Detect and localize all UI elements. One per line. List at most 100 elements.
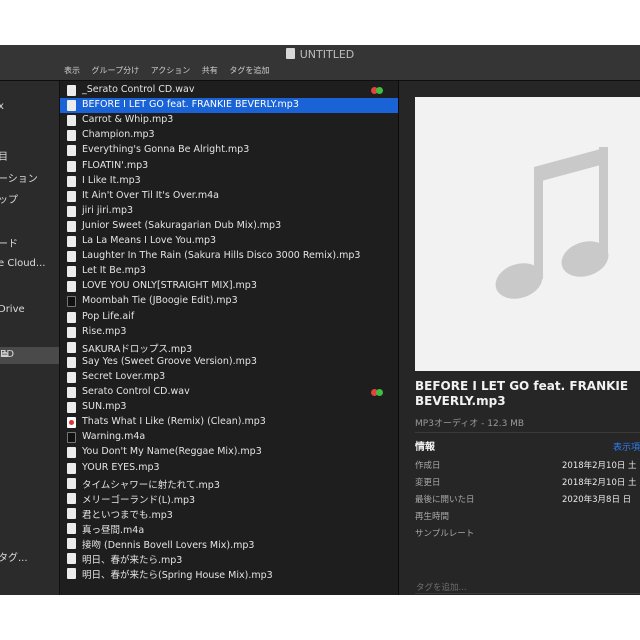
sidebar-item[interactable]: ップ bbox=[0, 191, 18, 206]
file-row[interactable]: I Like It.mp3 bbox=[60, 174, 398, 189]
file-row[interactable]: 接吻 (Dennis Bovell Lovers Mix).mp3 bbox=[60, 536, 398, 551]
file-name: 接吻 (Dennis Bovell Lovers Mix).mp3 bbox=[82, 540, 255, 551]
file-name: YOUR EYES.mp3 bbox=[82, 461, 160, 473]
toolbar-view-button[interactable]: 表示 bbox=[64, 66, 80, 75]
divider bbox=[415, 593, 640, 594]
artwork-thumbnail-icon bbox=[67, 417, 76, 429]
file-row[interactable]: jiri jiri.mp3 bbox=[60, 204, 398, 219]
file-row[interactable]: 真っ昼間.m4a bbox=[60, 521, 398, 536]
sidebar-item[interactable]: 目 bbox=[0, 148, 8, 163]
file-row[interactable]: Secret Lover.mp3 bbox=[60, 370, 398, 385]
file-row[interactable]: 君といつまでも.mp3 bbox=[60, 506, 398, 521]
sidebar-item[interactable]: Drive bbox=[0, 304, 25, 315]
file-name: Secret Lover.mp3 bbox=[82, 370, 166, 382]
file-name: La La Means I Love You.mp3 bbox=[82, 235, 217, 246]
file-row[interactable]: Junior Sweet (Sakuragarian Dub Mix).mp3 bbox=[60, 219, 398, 234]
file-row[interactable]: It Ain't Over Til It's Over.m4a bbox=[60, 189, 398, 204]
file-row[interactable]: Rise.mp3 bbox=[60, 325, 398, 340]
artwork-thumbnail-icon bbox=[67, 296, 76, 308]
info-section-title: 情報 bbox=[415, 442, 435, 453]
audio-file-icon bbox=[67, 341, 76, 353]
file-name: You Don't My Name(Reggae Mix).mp3 bbox=[82, 446, 262, 458]
file-name: SAKURAドロップス.mp3 bbox=[82, 343, 193, 355]
file-row[interactable]: LOVE YOU ONLY[STRAIGHT MIX].mp3 bbox=[60, 279, 398, 294]
file-row[interactable]: SAKURAドロップス.mp3 bbox=[60, 340, 398, 355]
toolbar-add-tag-button[interactable]: タグを追加 bbox=[229, 66, 269, 75]
audio-file-icon bbox=[67, 326, 76, 338]
file-name: Carrot & Whip.mp3 bbox=[82, 114, 174, 126]
file-row[interactable]: Thats What I Like (Remix) (Clean).mp3 bbox=[60, 415, 398, 430]
file-name: Champion.mp3 bbox=[82, 129, 155, 141]
file-row[interactable]: Champion.mp3 bbox=[60, 128, 398, 143]
sidebar: x 目 ーション ップ ード e Cloud... Drive ED ⏏ タグ.… bbox=[0, 81, 60, 595]
file-name: Thats What I Like (Remix) (Clean).mp3 bbox=[82, 416, 266, 428]
file-row[interactable]: SUN.mp3 bbox=[60, 400, 398, 415]
file-name: 真っ昼間.m4a bbox=[82, 524, 145, 536]
sidebar-item[interactable]: ーション bbox=[0, 170, 38, 185]
file-name: Let It Be.mp3 bbox=[82, 265, 146, 277]
file-row[interactable]: Pop Life.aif bbox=[60, 310, 398, 325]
file-row[interactable]: メリーゴーランド(L).mp3 bbox=[60, 491, 398, 506]
file-name: I Like It.mp3 bbox=[82, 174, 141, 186]
file-row[interactable]: _Serato Control CD.wav bbox=[60, 83, 398, 98]
file-row[interactable]: BEFORE I LET GO feat. FRANKIE BEVERLY.mp… bbox=[60, 98, 398, 114]
toolbar-group-button[interactable]: グループ分け bbox=[92, 66, 140, 75]
sidebar-item[interactable]: タグ... bbox=[0, 549, 28, 564]
file-row[interactable]: Everything's Gonna Be Alright.mp3 bbox=[60, 143, 398, 158]
file-row[interactable]: YOUR EYES.mp3 bbox=[60, 461, 398, 476]
finder-window: UNTITLED 表示 グループ分け アクション 共有 タグを追加 x 目 ーシ… bbox=[0, 45, 640, 595]
file-list: _Serato Control CD.wav BEFORE I LET GO fe… bbox=[60, 81, 399, 595]
file-row[interactable]: Moombah Tie (JBoogie Edit).mp3 bbox=[60, 294, 398, 309]
file-row[interactable]: Serato Control CD.wav bbox=[60, 385, 398, 400]
file-row[interactable]: 明日、春が来たら(Spring House Mix).mp3 bbox=[60, 566, 398, 581]
toolbar-share-button[interactable]: 共有 bbox=[202, 66, 218, 75]
audio-file-icon bbox=[67, 190, 76, 202]
file-name: Pop Life.aif bbox=[82, 310, 135, 322]
file-row[interactable]: You Don't My Name(Reggae Mix).mp3 bbox=[60, 445, 398, 460]
tag-color-dot bbox=[376, 87, 383, 94]
audio-file-icon bbox=[67, 402, 76, 414]
info-value: 2020年3月8日 日 bbox=[562, 495, 632, 505]
info-label: サンプルレート bbox=[415, 529, 475, 539]
info-value: 2018年2月10日 土 bbox=[562, 478, 637, 488]
file-row[interactable]: Carrot & Whip.mp3 bbox=[60, 113, 398, 128]
window-title: UNTITLED bbox=[0, 48, 640, 61]
sidebar-item[interactable]: e Cloud... bbox=[0, 258, 45, 269]
show-more-link[interactable]: 表示項 bbox=[613, 440, 640, 453]
file-row[interactable]: タイムシャワーに射たれて.mp3 bbox=[60, 476, 398, 491]
audio-file-icon bbox=[67, 115, 76, 127]
tags-input[interactable]: タグを追加... bbox=[416, 581, 467, 593]
toolbar-action-button[interactable]: アクション bbox=[151, 66, 191, 75]
file-row[interactable]: La La Means I Love You.mp3 bbox=[60, 234, 398, 249]
audio-file-icon bbox=[67, 538, 76, 549]
audio-file-icon bbox=[67, 477, 76, 489]
title-bar: UNTITLED 表示 グループ分け アクション 共有 タグを追加 bbox=[0, 45, 640, 81]
file-name: It Ain't Over Til It's Over.m4a bbox=[82, 189, 219, 201]
file-row[interactable]: Warning.m4a bbox=[60, 430, 398, 445]
audio-file-icon bbox=[67, 311, 76, 323]
file-name: Warning.m4a bbox=[82, 431, 146, 443]
file-row[interactable]: Let It Be.mp3 bbox=[60, 264, 398, 279]
audio-file-icon bbox=[67, 462, 76, 474]
sidebar-item-selected-volume[interactable]: ED ⏏ bbox=[0, 347, 59, 364]
audio-file-icon bbox=[67, 507, 76, 519]
file-row[interactable]: Say Yes (Sweet Groove Version).mp3 bbox=[60, 355, 398, 370]
audio-file-icon bbox=[67, 160, 76, 172]
file-row[interactable]: FLOATIN'.mp3 bbox=[60, 159, 398, 174]
audio-file-icon bbox=[67, 100, 76, 112]
eject-icon[interactable]: ⏏ bbox=[0, 349, 9, 360]
album-art bbox=[415, 97, 640, 371]
audio-file-icon bbox=[67, 371, 76, 383]
info-label: 最後に開いた日 bbox=[415, 495, 475, 505]
file-name: 君といつまでも.mp3 bbox=[82, 509, 173, 521]
sidebar-item[interactable]: x bbox=[0, 101, 4, 112]
file-name: Everything's Gonna Be Alright.mp3 bbox=[82, 144, 250, 156]
file-name: Serato Control CD.wav bbox=[82, 386, 190, 397]
divider bbox=[415, 432, 640, 433]
file-row[interactable]: 明日、春が来たら.mp3 bbox=[60, 551, 398, 566]
sidebar-item[interactable]: ード bbox=[0, 235, 18, 250]
file-row[interactable]: Laughter In The Rain (Sakura Hills Disco… bbox=[60, 249, 398, 264]
file-name: Laughter In The Rain (Sakura Hills Disco… bbox=[82, 250, 361, 262]
audio-file-icon bbox=[67, 356, 76, 368]
audio-file-icon bbox=[67, 568, 76, 580]
